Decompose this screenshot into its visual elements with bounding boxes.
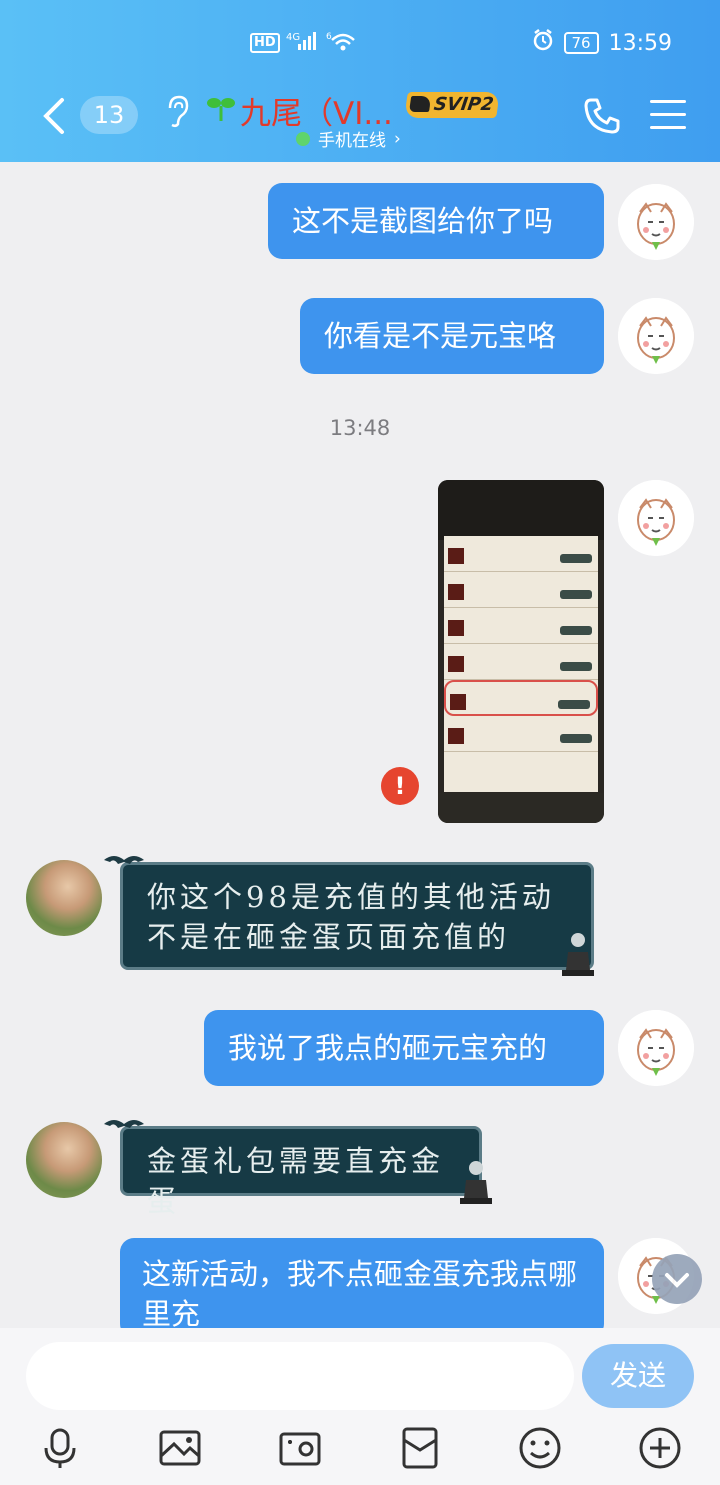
mic-icon[interactable] [38, 1426, 82, 1470]
presence-status[interactable]: 手机在线 › [296, 126, 401, 151]
screenshot-row-highlighted [444, 680, 598, 716]
bat-decoration-icon [104, 856, 144, 864]
phone-icon [584, 98, 620, 134]
svip-label: SVIP2 [432, 94, 495, 115]
input-bar: 发送 [0, 1328, 720, 1485]
send-button[interactable]: 发送 [582, 1344, 694, 1408]
presence-label: 手机在线 [318, 131, 386, 151]
sprout-icon [206, 94, 236, 128]
alarm-icon [532, 29, 554, 57]
clock: 13:59 [608, 30, 672, 56]
contact-avatar[interactable] [26, 860, 102, 936]
menu-line [650, 113, 686, 116]
cartoon-avatar-icon [618, 480, 694, 556]
cartoon-avatar-icon [618, 1010, 694, 1086]
cartoon-avatar-icon [618, 184, 694, 260]
menu-button[interactable] [650, 100, 686, 130]
unread-count-badge[interactable]: 13 [80, 96, 138, 134]
message-bubble-self[interactable]: 这新活动，我不点砸金蛋充我点哪里充 [120, 1238, 604, 1338]
chevron-left-icon [43, 98, 64, 134]
wifi-icon: 6 [326, 30, 356, 56]
image-message[interactable] [438, 480, 604, 823]
nav-bar: 13 九尾（VI... SVIP2 手机在线 › [0, 82, 720, 162]
character-decoration-icon [460, 1161, 492, 1204]
message-bubble-self[interactable]: 你看是不是元宝咯 [300, 298, 604, 374]
message-text: 金蛋礼包需要直充金蛋 [147, 1144, 445, 1218]
self-avatar[interactable] [618, 184, 694, 260]
chevron-right-icon: › [394, 128, 401, 149]
network-indicators: HD 4G 6 [250, 30, 356, 56]
svg-text:6: 6 [326, 32, 332, 42]
vip-hat-icon [409, 96, 432, 112]
scroll-to-bottom-button[interactable] [652, 1254, 702, 1304]
camera-icon[interactable] [278, 1426, 322, 1470]
red-packet-icon[interactable] [398, 1426, 442, 1470]
bat-decoration-icon [104, 1120, 144, 1128]
contact-avatar[interactable] [26, 1122, 102, 1198]
hd-badge: HD [250, 33, 280, 53]
back-button[interactable] [38, 96, 70, 136]
status-bar: HD 4G 6 76 13:59 [0, 0, 720, 80]
message-timestamp: 13:48 [329, 416, 391, 440]
image-icon[interactable] [158, 1426, 202, 1470]
self-avatar[interactable] [618, 1010, 694, 1086]
screenshot-row [444, 536, 598, 572]
message-bubble-other[interactable]: 金蛋礼包需要直充金蛋 [120, 1126, 482, 1218]
screenshot-game-header [438, 480, 604, 540]
svg-text:4G: 4G [286, 32, 300, 43]
screenshot-row [444, 644, 598, 680]
menu-line [650, 100, 686, 103]
signal-icon: 4G [286, 30, 320, 56]
character-decoration-icon [562, 933, 594, 976]
online-dot-icon [296, 131, 310, 146]
self-avatar[interactable] [618, 480, 694, 556]
emoji-icon[interactable] [518, 1426, 562, 1470]
cartoon-avatar-icon [618, 298, 694, 374]
screenshot-row [444, 572, 598, 608]
message-input[interactable] [26, 1342, 574, 1410]
message-bubble-self[interactable]: 这不是截图给你了吗 [268, 183, 604, 259]
self-avatar[interactable] [618, 298, 694, 374]
screenshot-game-footer [438, 793, 604, 823]
send-failed-icon[interactable]: ! [381, 767, 419, 805]
screenshot-task-list [444, 536, 598, 792]
screenshot-row [444, 608, 598, 644]
phone-call-button[interactable] [582, 96, 622, 136]
ear-icon[interactable] [164, 94, 190, 128]
battery-indicator: 76 [563, 32, 599, 54]
message-bubble-other[interactable]: 你这个98是充值的其他活动 不是在砸金蛋页面充值的 [120, 862, 594, 970]
screenshot-row [444, 716, 598, 752]
chevron-down-icon [665, 1273, 689, 1288]
message-text: 你这个98是充值的其他活动 不是在砸金蛋页面充值的 [147, 880, 555, 954]
plus-icon[interactable] [638, 1426, 682, 1470]
svip-badge: SVIP2 [404, 92, 500, 118]
message-bubble-self[interactable]: 我说了我点的砸元宝充的 [204, 1010, 604, 1086]
menu-line [650, 126, 686, 129]
chat-header: HD 4G 6 76 13:59 13 九尾（VI... SVIP2 手机在线 … [0, 0, 720, 162]
status-right: 76 13:59 [532, 29, 672, 57]
